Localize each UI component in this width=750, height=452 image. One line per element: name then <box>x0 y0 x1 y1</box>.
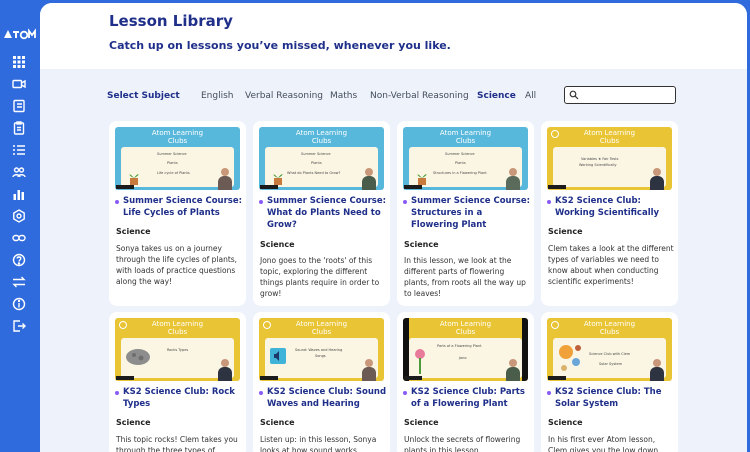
atom-logo[interactable] <box>3 26 37 40</box>
presenter-image <box>218 359 232 381</box>
lesson-title[interactable]: KS2 Science Club: The Solar System <box>547 386 675 410</box>
clipboard-icon[interactable] <box>12 121 26 135</box>
lesson-thumbnail: Atom Learning Clubs Variables ★ Fair Test… <box>547 127 672 190</box>
subject-filter-bar: Select Subject English Verbal Reasoning … <box>107 86 707 106</box>
lesson-title[interactable]: KS2 Science Club: Parts of a Flowering P… <box>403 386 531 410</box>
presenter-image <box>362 168 376 190</box>
lesson-card[interactable]: Atom Learning Clubs Summer Science Plants… <box>253 121 390 306</box>
grid-icon[interactable] <box>12 55 26 69</box>
lesson-card[interactable]: Atom Learning Clubs Rocks Types KS2 Scien… <box>109 312 246 452</box>
swap-arrows-icon[interactable] <box>12 275 26 289</box>
planets-icon <box>559 345 581 371</box>
lesson-description: This topic rocks! Clem takes you through… <box>116 435 238 452</box>
lesson-thumbnail: Atom Learning Clubs Summer Science Plants… <box>403 127 528 190</box>
lesson-card[interactable]: Atom Learning Clubs Summer Science Plants… <box>109 121 246 306</box>
lesson-subject: Science <box>404 240 439 249</box>
flower-icon <box>415 349 425 374</box>
lesson-title[interactable]: Summer Science Course: Life Cycles of Pl… <box>115 195 243 219</box>
lesson-subject: Science <box>116 418 151 427</box>
lesson-card[interactable]: Atom Learning Clubs Sound: Waves and Hear… <box>253 312 390 452</box>
lesson-thumbnail: Atom Learning Clubs Science Club with Cle… <box>547 318 672 381</box>
book-icon[interactable] <box>12 99 26 113</box>
subject-non-verbal-reasoning[interactable]: Non-Verbal Reasoning <box>370 91 469 101</box>
sidebar <box>0 0 38 452</box>
search-input[interactable] <box>564 86 676 104</box>
lesson-title[interactable]: KS2 Science Club: Working Scientifically <box>547 195 675 219</box>
lesson-subject: Science <box>548 227 583 236</box>
subject-science[interactable]: Science <box>477 91 516 101</box>
info-icon[interactable] <box>12 297 26 311</box>
bar-chart-icon[interactable] <box>12 187 26 201</box>
select-subject-label: Select Subject <box>107 91 180 101</box>
presenter-image <box>506 168 520 190</box>
lesson-thumbnail: Atom Learning Clubs Summer Science Plants… <box>259 127 384 190</box>
page-title: Lesson Library <box>109 12 233 30</box>
video-camera-icon[interactable] <box>12 77 26 91</box>
subject-all[interactable]: All <box>525 91 536 101</box>
subject-maths[interactable]: Maths <box>330 91 357 101</box>
lesson-description: In his first ever Atom lesson, Clem give… <box>548 435 659 452</box>
rocks-icon <box>126 349 150 365</box>
presenter-image <box>218 168 232 190</box>
plant-icon <box>273 174 283 185</box>
lesson-thumbnail: Atom Learning Clubs Sound: Waves and Hear… <box>259 318 384 381</box>
lesson-thumbnail: Atom Learning Clubs Rocks Types <box>115 318 240 381</box>
lesson-subject: Science <box>260 418 295 427</box>
link-icon[interactable] <box>12 231 26 245</box>
speaker-icon <box>270 348 286 364</box>
lesson-description: Listen up: in this lesson, Sonya looks a… <box>260 435 377 452</box>
lesson-description: Clem takes a look at the different types… <box>548 244 674 286</box>
checklist-icon[interactable] <box>12 143 26 157</box>
lesson-title[interactable]: KS2 Science Club: Sound Waves and Hearin… <box>259 386 387 410</box>
lesson-description: In this lesson, we look at the different… <box>404 256 526 298</box>
lesson-title[interactable]: Summer Science Course: Structures in a F… <box>403 195 531 231</box>
presenter-image <box>506 359 520 381</box>
lesson-description: Sonya takes us on a journey through the … <box>116 244 238 286</box>
subject-verbal-reasoning[interactable]: Verbal Reasoning <box>245 91 323 101</box>
lesson-subject: Science <box>548 418 583 427</box>
presenter-image <box>650 359 664 381</box>
lesson-card[interactable]: Atom Learning Clubs Variables ★ Fair Test… <box>541 121 678 306</box>
lesson-description: Jono goes to the 'roots' of this topic, … <box>260 256 380 298</box>
lesson-subject: Science <box>260 240 295 249</box>
presenter-image <box>650 168 664 190</box>
lesson-card[interactable]: Atom Learning Clubs Science Club with Cle… <box>541 312 678 452</box>
settings-gear-icon[interactable] <box>12 209 26 223</box>
lesson-description: Unlock the secrets of flowering plants i… <box>404 435 521 452</box>
lesson-subject: Science <box>116 227 151 236</box>
lesson-card[interactable]: Atom Learning Clubs Summer Science Plants… <box>397 121 534 306</box>
lesson-thumbnail: Atom Learning Clubs Parts of a Flowering … <box>403 318 528 381</box>
lesson-subject: Science <box>404 418 439 427</box>
plant-icon <box>129 174 139 185</box>
lesson-thumbnail: Atom Learning Clubs Summer Science Plants… <box>115 127 240 190</box>
help-icon[interactable] <box>12 253 26 267</box>
search-icon <box>569 90 579 100</box>
lesson-card[interactable]: Atom Learning Clubs Parts of a Flowering … <box>397 312 534 452</box>
logout-icon[interactable] <box>12 319 26 333</box>
users-icon[interactable] <box>12 165 26 179</box>
page-subtitle: Catch up on lessons you’ve missed, whene… <box>109 39 451 52</box>
presenter-image <box>362 359 376 381</box>
subject-english[interactable]: English <box>201 91 234 101</box>
plant-icon <box>417 174 427 185</box>
main-content: Lesson Library Catch up on lessons you’v… <box>40 3 747 452</box>
page-header: Lesson Library Catch up on lessons you’v… <box>40 3 747 69</box>
lesson-title[interactable]: KS2 Science Club: Rock Types <box>115 386 243 410</box>
lesson-title[interactable]: Summer Science Course: What do Plants Ne… <box>259 195 387 231</box>
